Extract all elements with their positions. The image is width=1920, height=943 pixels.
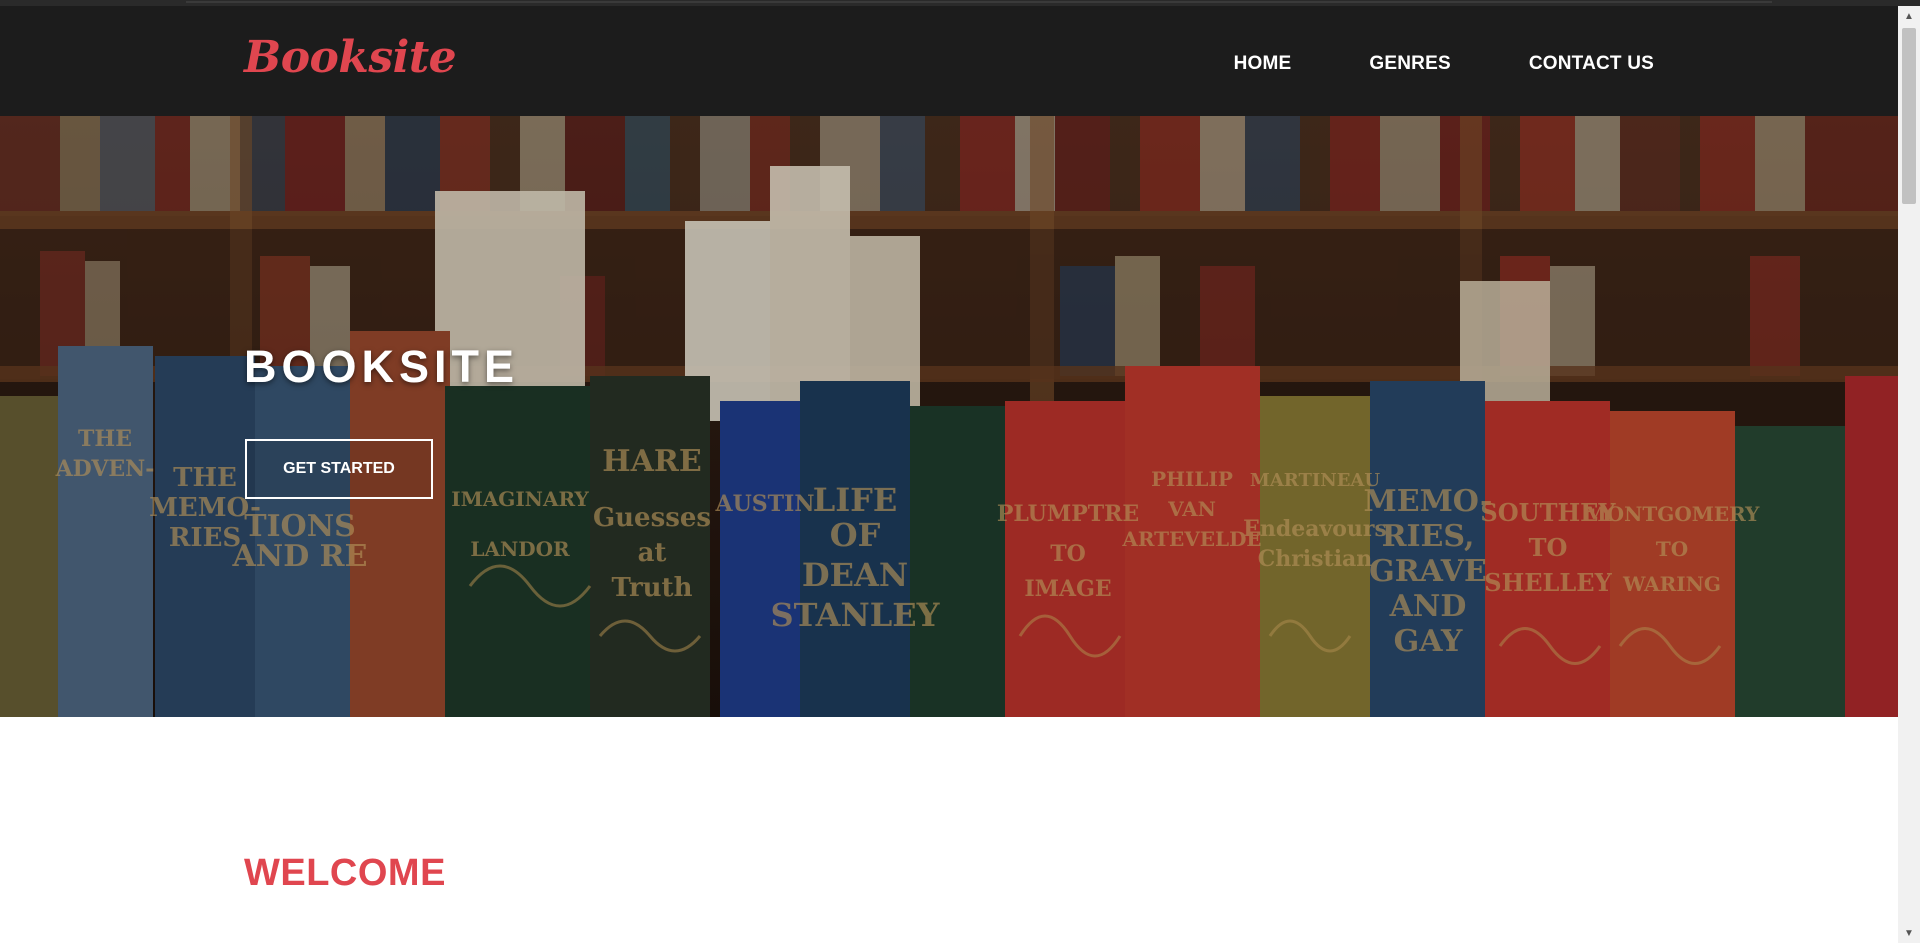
nav-home-link[interactable]: HOME xyxy=(1234,53,1292,75)
navbar: Booksite HOME GENRES CONTACT US xyxy=(0,6,1898,116)
vertical-scrollbar[interactable]: ▲ ▼ xyxy=(1898,6,1920,943)
get-started-button[interactable]: GET STARTED xyxy=(245,439,433,499)
nav-genres-link[interactable]: GENRES xyxy=(1369,53,1450,75)
scrollbar-thumb[interactable] xyxy=(1902,28,1916,204)
welcome-heading: WELCOME xyxy=(244,852,446,894)
hero-title: BOOKSITE xyxy=(244,341,520,392)
window-top-line xyxy=(186,1,1772,3)
nav-contact-us-link[interactable]: CONTACT US xyxy=(1529,53,1654,75)
nav-links: HOME GENRES CONTACT US xyxy=(1234,53,1654,75)
hero-overlay xyxy=(0,116,1898,717)
scroll-down-arrow-icon[interactable]: ▼ xyxy=(1898,923,1920,943)
hero-banner: THE ADVEN- THE MEMO- RIES TIONS AND RE I… xyxy=(0,116,1898,717)
logo[interactable]: Booksite xyxy=(244,36,457,80)
scroll-up-arrow-icon[interactable]: ▲ xyxy=(1898,6,1920,26)
